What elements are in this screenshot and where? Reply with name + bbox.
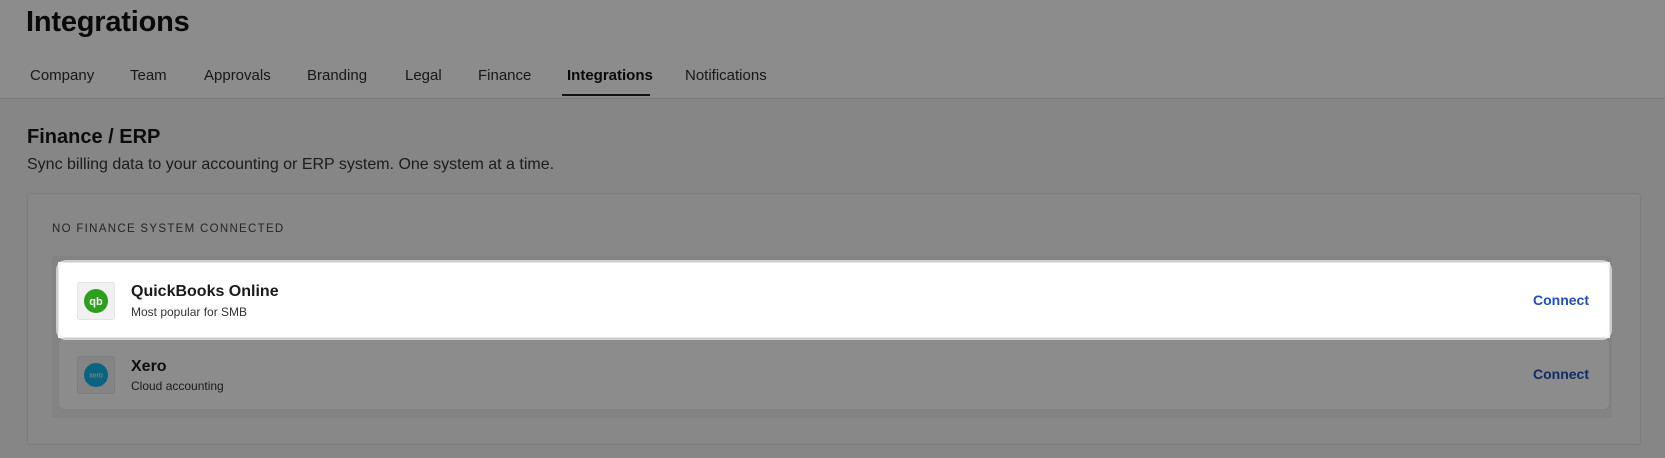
modal-overlay-left — [0, 262, 58, 338]
modal-overlay-right — [1610, 262, 1665, 338]
modal-overlay-top — [0, 0, 1665, 262]
modal-overlay-bottom — [0, 338, 1665, 458]
connect-quickbooks-button[interactable]: Connect — [1533, 292, 1589, 308]
svg-text:qb: qb — [89, 296, 103, 308]
integration-name: QuickBooks Online — [131, 283, 279, 300]
integration-subtitle: Most popular for SMB — [131, 305, 248, 319]
quickbooks-logo-icon: qb — [84, 289, 108, 313]
settings-page: Integrations Company Team Approvals Bran… — [0, 0, 1665, 458]
integration-card-quickbooks: qb QuickBooks Online Most popular for SM… — [58, 262, 1610, 338]
logo-container: qb — [77, 282, 115, 320]
